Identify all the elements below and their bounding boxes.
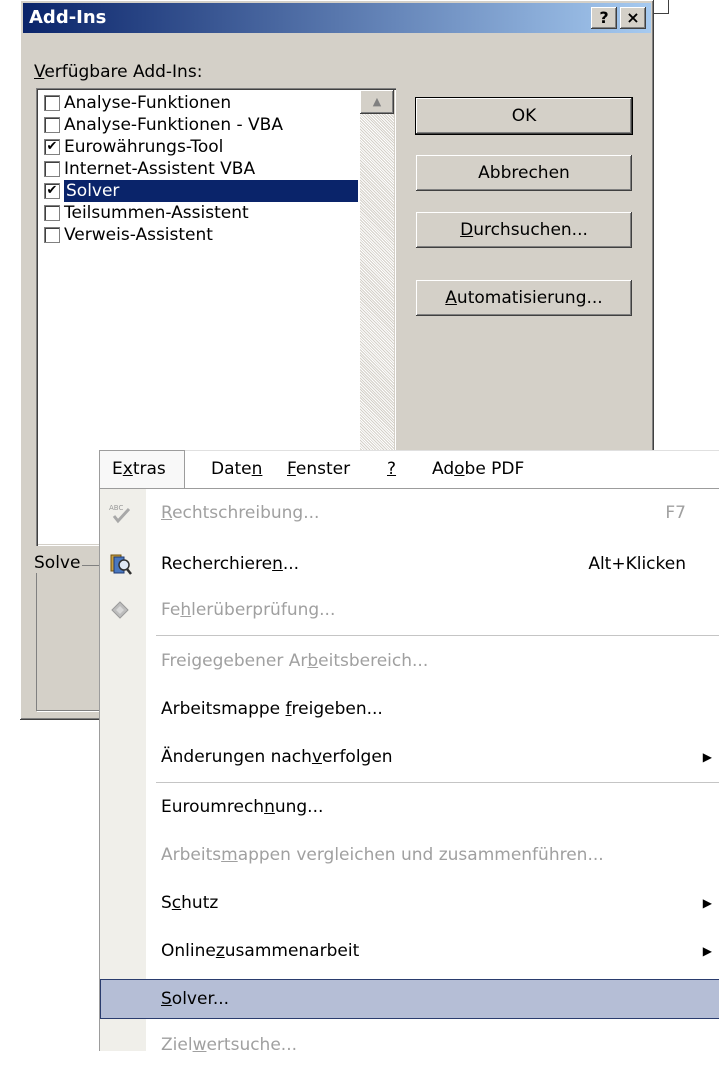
spellcheck-icon: ABC (109, 504, 131, 524)
checkbox[interactable] (44, 95, 60, 111)
menu-item-arbeitsmappen-vergleichen[interactable]: Arbeitsmappen vergleichen und zusammenfü… (100, 835, 719, 875)
submenu-arrow-icon: ▶ (702, 750, 712, 764)
list-item-analyse-funktionen-vba[interactable]: Analyse-Funktionen - VBA (42, 114, 362, 136)
list-item-analyse-funktionen[interactable]: Analyse-Funktionen (42, 92, 362, 114)
menu-item-solver[interactable]: Solver... (100, 979, 719, 1019)
list-item-verweis-assistent[interactable]: Verweis-Assistent (42, 224, 362, 246)
error-check-icon (111, 601, 129, 619)
menu-item-euroumrechnung[interactable]: Euroumrechnung... (100, 787, 719, 827)
menu-adobe-pdf[interactable]: Adobe PDF (432, 459, 524, 479)
submenu-arrow-icon: ▶ (702, 944, 712, 958)
svg-text:ABC: ABC (109, 504, 123, 512)
menu-help[interactable]: ? (387, 459, 396, 479)
close-button[interactable]: × (620, 7, 646, 29)
menu-item-schutz[interactable]: Schutz ▶ (100, 883, 719, 923)
menu-item-freigegebener-arbeitsbereich[interactable]: Freigegebener Arbeitsbereich... (100, 641, 719, 681)
checkbox[interactable] (44, 117, 60, 133)
cancel-button[interactable]: Abbrechen (416, 155, 632, 191)
list-item-solver[interactable]: ✔ Solver (42, 180, 362, 202)
dialog-title: Add-Ins (29, 7, 107, 28)
list-item-eurowaehrungs-tool[interactable]: ✔ Eurowährungs-Tool (42, 136, 362, 158)
menu-separator (156, 635, 719, 636)
browse-button[interactable]: Durchsuchen... (416, 212, 632, 248)
automation-button[interactable]: Automatisierung... (416, 280, 632, 316)
menu-separator (156, 782, 719, 783)
help-button[interactable]: ? (591, 7, 617, 29)
menu-item-aenderungen-nachverfolgen[interactable]: Änderungen nachverfolgen ▶ (100, 737, 719, 777)
menu-item-zielwertsuche[interactable]: Zielwertsuche... (100, 1025, 719, 1065)
menu-item-fehlerueberpruefung[interactable]: Fehlerüberprüfung... (100, 590, 719, 630)
submenu-arrow-icon: ▶ (702, 896, 712, 910)
ok-button[interactable]: OK (416, 98, 632, 134)
menubar: Daten Fenster ? Adobe PDF (99, 450, 719, 489)
menu-extras[interactable]: Extras (99, 450, 185, 489)
menu-item-recherchieren[interactable]: Recherchieren... Alt+Klicken (100, 544, 719, 584)
checkbox-checked[interactable]: ✔ (44, 139, 60, 155)
list-item-teilsummen-assistent[interactable]: Teilsummen-Assistent (42, 202, 362, 224)
menu-item-rechtschreibung[interactable]: ABC Rechtschreibung... F7 (100, 493, 719, 533)
scroll-up-arrow-icon[interactable]: ▲ (360, 90, 394, 114)
menu-item-onlinezusammenarbeit[interactable]: Onlinezusammenarbeit ▶ (100, 931, 719, 971)
extras-menu: ABC Rechtschreibung... F7 Recherchieren.… (99, 488, 719, 1055)
checkbox-checked[interactable]: ✔ (44, 183, 60, 199)
checkbox[interactable] (44, 161, 60, 177)
menu-fenster[interactable]: Fenster (287, 459, 350, 479)
menu-daten[interactable]: Daten (211, 459, 262, 479)
menu-item-arbeitsmappe-freigeben[interactable]: Arbeitsmappe freigeben... (100, 689, 719, 729)
dialog-titlebar[interactable]: Add-Ins ? × (23, 3, 651, 33)
list-item-internet-assistent-vba[interactable]: Internet-Assistent VBA (42, 158, 362, 180)
research-icon (110, 554, 132, 575)
checkbox[interactable] (44, 205, 60, 221)
available-addins-label: Verfügbare Add-Ins: (34, 62, 203, 82)
checkbox[interactable] (44, 227, 60, 243)
description-group-label: Solve (32, 553, 83, 573)
